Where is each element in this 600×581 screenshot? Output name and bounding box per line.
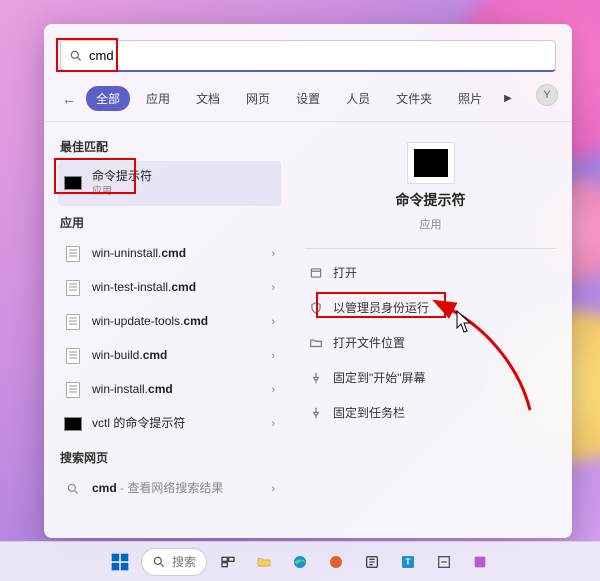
results-list: 最佳匹配 命令提示符 应用 应用 win-uninstall.cmd › win… [44, 122, 289, 538]
script-icon [64, 245, 82, 263]
open-icon [309, 266, 323, 280]
search-icon [152, 555, 166, 569]
tab-people[interactable]: 人员 [336, 86, 380, 111]
action-run-as-admin[interactable]: 以管理员身份运行 [305, 290, 556, 325]
action-pin-taskbar[interactable]: 固定到任务栏 [305, 395, 556, 430]
account-button[interactable]: Y [536, 84, 558, 106]
taskbar-search-placeholder: 搜索 [172, 553, 196, 570]
search-icon [69, 49, 83, 63]
tab-documents[interactable]: 文档 [186, 86, 230, 111]
app-result[interactable]: win-test-install.cmd › [58, 271, 281, 305]
explorer-button[interactable] [249, 547, 279, 577]
app-icon-large [407, 142, 455, 184]
pinned-app[interactable]: T [393, 547, 423, 577]
script-icon [64, 381, 82, 399]
svg-text:T: T [406, 557, 411, 566]
detail-title: 命令提示符 [396, 190, 466, 210]
app-result[interactable]: win-install.cmd › [58, 373, 281, 407]
action-label: 打开 [333, 264, 357, 281]
cmd-icon [64, 174, 82, 192]
cmd-icon [64, 415, 82, 433]
script-icon [64, 279, 82, 297]
chevron-right-icon: › [271, 282, 275, 294]
tab-web[interactable]: 网页 [236, 86, 280, 111]
script-icon [64, 313, 82, 331]
app-result[interactable]: win-update-tools.cmd › [58, 305, 281, 339]
pin-icon [309, 371, 323, 385]
shield-icon [309, 301, 323, 315]
edge-button[interactable] [285, 547, 315, 577]
detail-pane: 命令提示符 应用 打开 以管理员身份运行 [289, 122, 572, 538]
pinned-app[interactable] [321, 547, 351, 577]
app-result[interactable]: vctl 的命令提示符 › [58, 407, 281, 441]
folder-icon [309, 336, 323, 350]
best-match-result[interactable]: 命令提示符 应用 [58, 161, 281, 206]
best-match-title: 命令提示符 [92, 169, 275, 185]
chevron-right-icon: › [271, 350, 275, 362]
action-label: 打开文件位置 [333, 334, 405, 351]
script-icon [64, 347, 82, 365]
search-bar[interactable] [60, 40, 556, 72]
back-button[interactable]: ← [58, 91, 80, 107]
tabs-more-button[interactable]: ▶ [498, 89, 518, 108]
start-button[interactable] [105, 547, 135, 577]
tab-photos[interactable]: 照片 [448, 86, 492, 111]
pinned-app[interactable] [429, 547, 459, 577]
cursor-icon [456, 310, 474, 334]
section-best-match: 最佳匹配 [60, 138, 281, 155]
tab-folders[interactable]: 文件夹 [386, 86, 442, 111]
start-search-window: ← 全部 应用 文档 网页 设置 人员 文件夹 照片 ▶ Y 最佳匹配 命令提示… [44, 24, 572, 538]
action-label: 固定到"开始"屏幕 [333, 369, 426, 386]
pinned-app[interactable] [465, 547, 495, 577]
taskbar-search[interactable]: 搜索 [141, 548, 207, 576]
chevron-right-icon: › [271, 418, 275, 430]
chevron-right-icon: › [271, 384, 275, 396]
app-result[interactable]: win-uninstall.cmd › [58, 237, 281, 271]
chevron-right-icon: › [271, 483, 275, 495]
search-input[interactable] [89, 48, 547, 63]
pin-icon [309, 406, 323, 420]
action-pin-start[interactable]: 固定到"开始"屏幕 [305, 360, 556, 395]
tab-all[interactable]: 全部 [86, 86, 130, 111]
tab-apps[interactable]: 应用 [136, 86, 180, 111]
web-result[interactable]: cmd - 查看网络搜索结果 › [58, 472, 281, 506]
section-web: 搜索网页 [60, 449, 281, 466]
section-apps: 应用 [60, 214, 281, 231]
chevron-right-icon: › [271, 316, 275, 328]
detail-subtitle: 应用 [420, 216, 442, 232]
tab-settings[interactable]: 设置 [286, 86, 330, 111]
app-result[interactable]: win-build.cmd › [58, 339, 281, 373]
best-match-subtitle: 应用 [92, 185, 275, 198]
task-view-button[interactable] [213, 547, 243, 577]
chevron-right-icon: › [271, 248, 275, 260]
action-label: 固定到任务栏 [333, 404, 405, 421]
search-icon [64, 480, 82, 498]
taskbar: 搜索 T [0, 541, 600, 581]
action-open[interactable]: 打开 [305, 255, 556, 290]
action-label: 以管理员身份运行 [333, 299, 429, 316]
action-open-location[interactable]: 打开文件位置 [305, 325, 556, 360]
pinned-app[interactable] [357, 547, 387, 577]
filter-tabs-row: ← 全部 应用 文档 网页 设置 人员 文件夹 照片 ▶ Y [44, 80, 572, 122]
